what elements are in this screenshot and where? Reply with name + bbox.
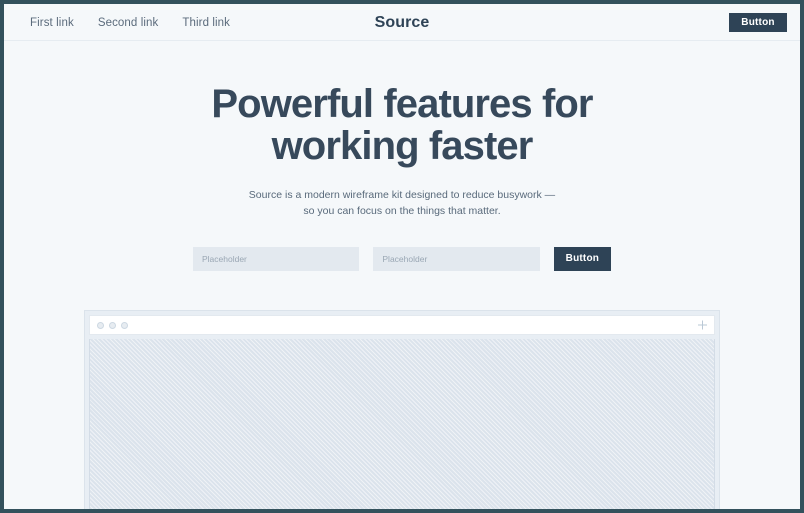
mockup-tab-bar	[89, 315, 715, 335]
nav-link-third[interactable]: Third link	[182, 17, 230, 29]
hero-title: Powerful features for working faster	[211, 82, 593, 168]
hero-signup-form: Button	[193, 246, 611, 271]
hero-input-secondary[interactable]	[373, 246, 540, 271]
site-header: First link Second link Third link Source…	[4, 4, 800, 41]
nav-link-second[interactable]: Second link	[98, 17, 159, 29]
brand-logo-text: Source	[374, 13, 430, 31]
primary-navigation: First link Second link Third link	[30, 4, 230, 41]
plus-icon[interactable]	[698, 320, 707, 330]
hero-section: Powerful features for working faster Sou…	[4, 41, 800, 271]
hero-cta-button[interactable]: Button	[553, 246, 611, 271]
browser-mockup	[84, 310, 720, 509]
nav-link-first[interactable]: First link	[30, 17, 74, 29]
minimize-dot-icon[interactable]	[109, 321, 116, 329]
mockup-window-controls	[97, 321, 128, 329]
hero-subtitle: Source is a modern wireframe kit designe…	[248, 189, 556, 218]
header-cta-button[interactable]: Button	[729, 13, 787, 32]
mockup-canvas-placeholder	[89, 339, 715, 509]
browser-window-frame: First link Second link Third link Source…	[0, 0, 804, 513]
close-dot-icon[interactable]	[97, 321, 104, 329]
hero-input-primary[interactable]	[193, 246, 360, 271]
maximize-dot-icon[interactable]	[121, 321, 128, 329]
